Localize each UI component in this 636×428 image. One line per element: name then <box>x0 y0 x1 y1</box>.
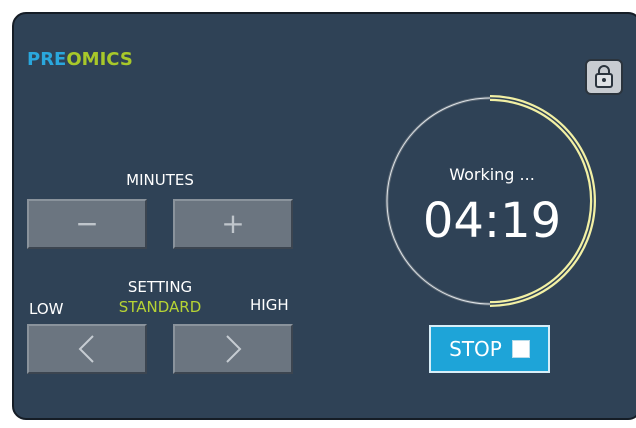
countdown-timer: 04:19 <box>422 193 562 249</box>
chevron-left-icon <box>78 335 94 363</box>
status-text: Working ... <box>449 165 535 184</box>
logo-pre: PRE <box>27 49 67 70</box>
stop-square-icon <box>511 340 530 358</box>
setting-higher-button[interactable] <box>173 324 293 374</box>
minus-icon: − <box>75 207 99 240</box>
preomics-logo: PREOMICS <box>27 49 133 70</box>
logo-omics: OMICS <box>66 49 133 70</box>
stop-button-label: STOP <box>449 337 502 361</box>
setting-label: SETTING <box>127 278 193 296</box>
minutes-plus-button[interactable]: + <box>173 199 293 249</box>
chevron-right-icon <box>226 335 242 363</box>
minutes-label: MINUTES <box>126 171 194 189</box>
setting-low-label: LOW <box>29 300 64 318</box>
plus-icon: + <box>221 207 245 240</box>
setting-value: STANDARD <box>118 298 202 316</box>
setting-high-label: HIGH <box>250 296 289 314</box>
minutes-minus-button[interactable]: − <box>27 199 147 249</box>
setting-lower-button[interactable] <box>27 324 147 374</box>
stop-button[interactable]: STOP <box>429 325 550 373</box>
